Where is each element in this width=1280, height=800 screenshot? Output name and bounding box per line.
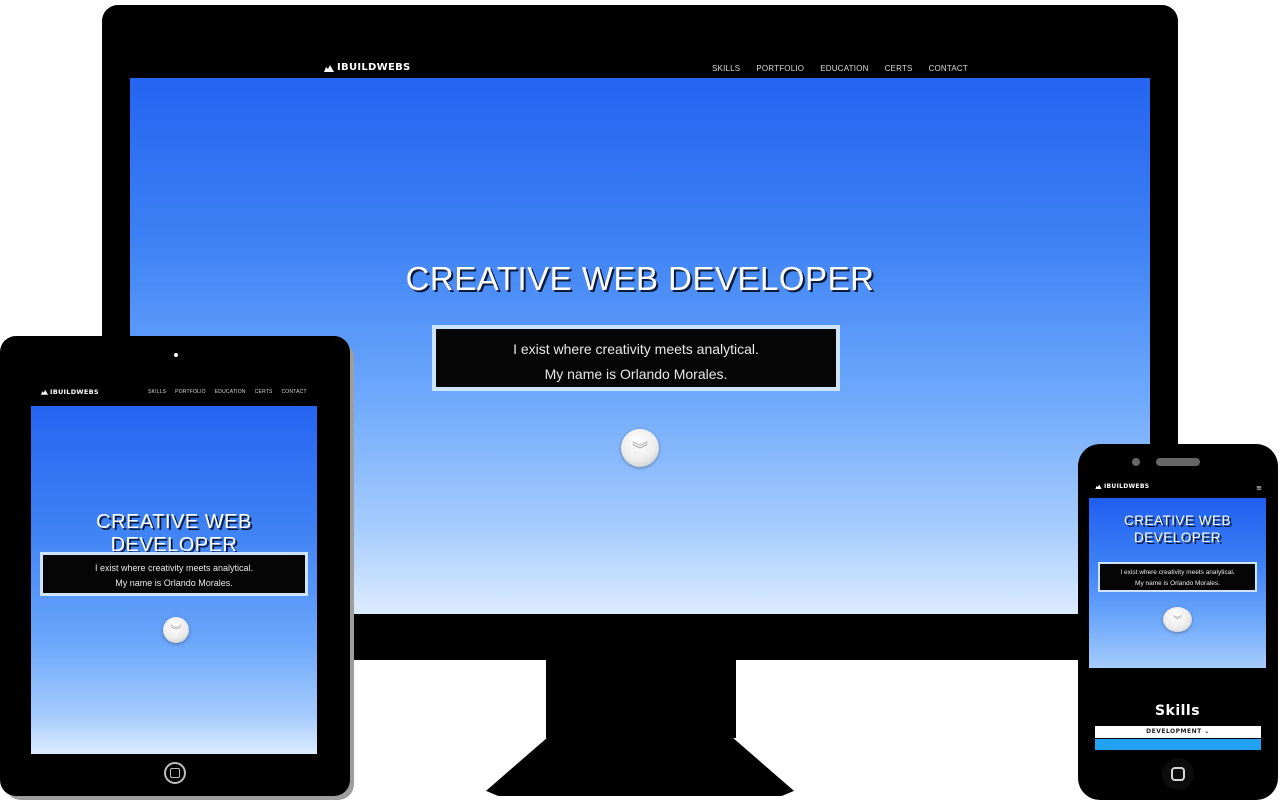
scroll-down-button[interactable]: ︾: [163, 617, 189, 643]
tagline-line-1: I exist where creativity meets analytica…: [94, 563, 254, 573]
tablet-navbar: IBUILDWEBS SKILLS PORTFOLIO EDUCATION CE…: [31, 378, 317, 406]
tablet-camera: [174, 353, 178, 357]
desktop-logo-link[interactable]: IBUILDWEBS: [324, 62, 411, 73]
nav-education[interactable]: EDUCATION: [820, 64, 868, 73]
tablet-home-button[interactable]: [164, 762, 186, 784]
phone-speaker: [1156, 458, 1200, 466]
nav-contact[interactable]: CONTACT: [282, 389, 307, 395]
double-chevron-down-icon: ︾: [1172, 616, 1182, 626]
tablet-logo-link[interactable]: IBUILDWEBS: [41, 388, 99, 396]
phone-hero: CREATIVE WEB DEVELOPER I exist where cre…: [1089, 498, 1266, 668]
hamburger-icon[interactable]: ≡: [1256, 484, 1262, 492]
double-chevron-down-icon: ︾: [170, 624, 182, 637]
tagline-box: I exist where creativity meets analytica…: [432, 325, 840, 391]
logo-text: IBUILDWEBS: [50, 388, 99, 396]
tagline-line-1: I exist where creativity meets analytica…: [1120, 569, 1235, 576]
phone-screen: IBUILDWEBS ≡ CREATIVE WEB DEVELOPER I ex…: [1089, 478, 1266, 750]
hero-title: CREATIVE WEB DEVELOPER: [96, 511, 252, 556]
logo-icon: [1095, 484, 1102, 489]
tagline-box: I exist where creativity meets analytica…: [1098, 562, 1257, 592]
skill-bar: [1095, 739, 1261, 750]
nav-certs[interactable]: CERTS: [255, 389, 273, 395]
logo-icon: [41, 389, 48, 395]
monitor-stand-base: [486, 732, 794, 796]
nav-contact[interactable]: CONTACT: [929, 64, 968, 73]
tagline-line-2: My name is Orlando Morales.: [115, 578, 233, 588]
tablet-nav-links: SKILLS PORTFOLIO EDUCATION CERTS CONTACT: [148, 389, 307, 395]
tagline-line-2: My name is Orlando Morales.: [1135, 580, 1220, 587]
phone-logo-link[interactable]: IBUILDWEBS: [1095, 483, 1149, 490]
nav-portfolio[interactable]: PORTFOLIO: [175, 389, 206, 395]
nav-skills[interactable]: SKILLS: [148, 389, 166, 395]
hero-title: CREATIVE WEB DEVELOPER: [1123, 513, 1231, 545]
scroll-down-button[interactable]: ︾: [1163, 607, 1192, 632]
nav-portfolio[interactable]: PORTFOLIO: [756, 64, 804, 73]
tablet-screen: IBUILDWEBS SKILLS PORTFOLIO EDUCATION CE…: [31, 378, 317, 754]
phone-home-button[interactable]: [1162, 758, 1194, 790]
logo-text: IBUILDWEBS: [337, 62, 411, 73]
nav-education[interactable]: EDUCATION: [215, 389, 246, 395]
desktop-nav-links: SKILLS PORTFOLIO EDUCATION CERTS CONTACT: [712, 64, 968, 73]
hero-title: CREATIVE WEB DEVELOPER: [405, 260, 875, 297]
nav-skills[interactable]: SKILLS: [712, 64, 740, 73]
tagline-line-1: I exist where creativity meets analytica…: [513, 341, 759, 357]
tagline-box: I exist where creativity meets analytica…: [40, 552, 308, 596]
desktop-navbar: IBUILDWEBS SKILLS PORTFOLIO EDUCATION CE…: [130, 44, 1150, 78]
tagline-line-2: My name is Orlando Morales.: [544, 366, 728, 382]
logo-icon: [324, 64, 334, 72]
development-dropdown[interactable]: DEVELOPMENT ⌄: [1095, 726, 1261, 738]
phone-camera: [1132, 458, 1140, 466]
skills-heading: Skills: [1154, 703, 1201, 719]
nav-certs[interactable]: CERTS: [885, 64, 913, 73]
double-chevron-down-icon: ︾: [631, 440, 648, 459]
monitor-stand-neck: [546, 656, 736, 738]
scroll-down-button[interactable]: ︾: [621, 429, 659, 467]
phone-navbar: IBUILDWEBS ≡: [1089, 478, 1266, 498]
logo-text: IBUILDWEBS: [1104, 483, 1150, 490]
